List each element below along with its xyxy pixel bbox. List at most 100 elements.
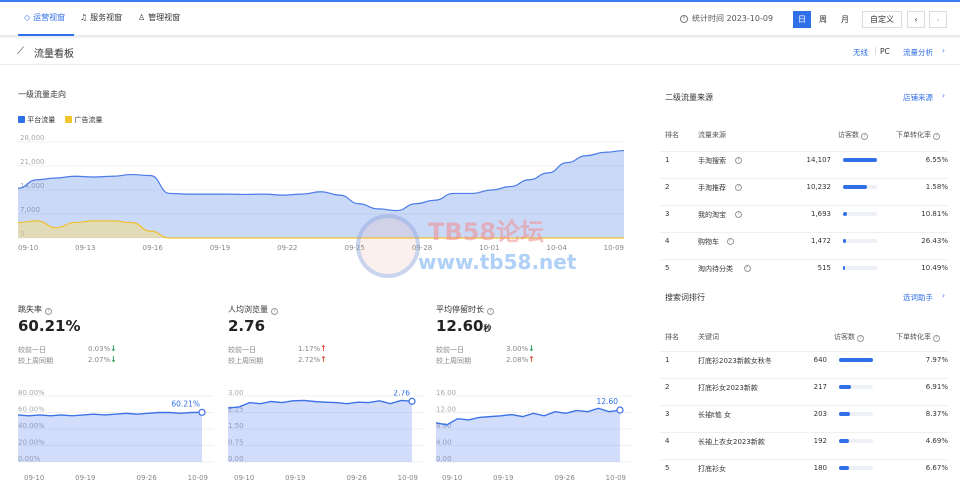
row-rank: 3 bbox=[665, 410, 670, 418]
legend-item: 平台流量 bbox=[18, 115, 55, 125]
arrow-up-icon: ↑ bbox=[528, 355, 535, 364]
chevron-right-icon: › bbox=[942, 46, 945, 55]
chevron-left-icon: ‹ bbox=[914, 15, 918, 24]
medal-icon: ♙ bbox=[138, 13, 146, 22]
end-point bbox=[408, 397, 416, 405]
row-rank: 2 bbox=[665, 383, 670, 391]
legend-label: 平台流量 bbox=[27, 116, 56, 124]
y-tick-label: 21,000 bbox=[20, 158, 45, 166]
device-pc-link[interactable]: PC bbox=[880, 47, 890, 56]
end-point bbox=[616, 406, 624, 414]
row-visitors: 217 bbox=[813, 383, 827, 391]
row-divider bbox=[660, 378, 948, 379]
keywords-title: 搜索词排行 bbox=[665, 293, 705, 302]
chevron-right-icon: › bbox=[936, 15, 940, 24]
share-bar-fill bbox=[839, 466, 849, 470]
row-rank: 4 bbox=[665, 237, 670, 245]
level2-title: 二级流量来源 bbox=[665, 93, 713, 102]
share-bar-track bbox=[843, 266, 877, 270]
legend-swatch bbox=[65, 116, 73, 123]
level1-title: 一级流量走向 bbox=[18, 90, 66, 99]
row-name[interactable]: 打底衫2023新款女秋冬 bbox=[698, 356, 772, 366]
row-name[interactable]: 长袖上衣女2023新款 bbox=[698, 437, 765, 447]
arrow-down-icon: ↓ bbox=[528, 344, 535, 353]
share-bar-fill bbox=[839, 412, 850, 416]
traffic-analysis-link[interactable]: 流量分析 bbox=[903, 47, 933, 58]
tab-management[interactable]: ♙ 管理视窗 bbox=[138, 12, 180, 23]
chevron-right-icon: › bbox=[942, 91, 945, 100]
row-divider bbox=[660, 351, 948, 352]
row-divider bbox=[660, 405, 948, 406]
metric-title: 人均浏览量? bbox=[228, 304, 278, 315]
share-bar-fill bbox=[843, 158, 877, 162]
store-source-link[interactable]: 店铺来源 bbox=[903, 92, 933, 103]
row-name[interactable]: 打底衫女 bbox=[698, 464, 726, 474]
row-conversion: 10.49% bbox=[921, 264, 948, 272]
row-rank: 1 bbox=[665, 156, 670, 164]
x-tick-label: 09-10 bbox=[234, 474, 254, 482]
row-visitors: 192 bbox=[813, 437, 827, 445]
x-tick-label: 09-26 bbox=[554, 474, 575, 482]
row-name[interactable]: 购物车 bbox=[698, 237, 719, 247]
period-month-button[interactable]: 月 bbox=[836, 11, 854, 28]
row-name[interactable]: 手淘搜索 bbox=[698, 156, 726, 166]
row-conversion: 1.58% bbox=[925, 183, 948, 191]
watermark-url: www.tb58.net bbox=[418, 250, 577, 274]
row-conversion: 6.55% bbox=[925, 156, 948, 164]
help-icon: ? bbox=[735, 211, 742, 218]
y-tick-label: 80.00% bbox=[18, 390, 45, 397]
custom-period-button[interactable]: 自定义 bbox=[862, 11, 902, 28]
col-header-visitors: 访客数 ? bbox=[838, 130, 869, 140]
row-divider bbox=[660, 259, 948, 260]
end-value-label: 60.21% bbox=[171, 399, 200, 408]
row-name[interactable]: 长袖t恤 女 bbox=[698, 410, 731, 420]
row-conversion: 6.91% bbox=[925, 383, 948, 391]
help-icon: ? bbox=[487, 308, 494, 315]
period-day-button[interactable]: 日 bbox=[793, 11, 811, 28]
help-icon: ? bbox=[861, 133, 869, 140]
metric-title: 跳失率? bbox=[18, 304, 52, 315]
col-header-label: 下单转化率 bbox=[896, 333, 931, 341]
row-visitors: 10,232 bbox=[806, 183, 832, 191]
row-divider bbox=[660, 232, 948, 233]
row-visitors: 515 bbox=[817, 264, 831, 272]
metric-title-label: 平均停留时长 bbox=[436, 305, 484, 314]
row-conversion: 10.81% bbox=[921, 210, 948, 218]
metric-value-number: 60.21% bbox=[18, 317, 81, 335]
help-icon: ? bbox=[45, 308, 52, 315]
row-name[interactable]: 手淘推荐 bbox=[698, 183, 726, 193]
row-divider bbox=[660, 178, 948, 179]
share-bar-track bbox=[843, 239, 877, 243]
row-name[interactable]: 打底衫女2023新款 bbox=[698, 383, 758, 393]
series-area bbox=[436, 408, 620, 462]
share-bar-fill bbox=[843, 266, 845, 270]
row-name[interactable]: 淘内待分类 bbox=[698, 264, 733, 274]
help-icon: ? bbox=[933, 335, 941, 342]
metric-title-label: 跳失率 bbox=[18, 305, 42, 314]
metric-title: 平均停留时长? bbox=[436, 304, 494, 315]
row-visitors: 180 bbox=[813, 464, 827, 472]
share-bar-fill bbox=[839, 358, 873, 362]
stat-time-label: 统计时间 2023-10-09 bbox=[692, 14, 774, 23]
row-conversion: 6.67% bbox=[925, 464, 948, 472]
help-icon: ? bbox=[735, 184, 742, 191]
tab-service[interactable]: ♫ 服务视窗 bbox=[80, 12, 122, 23]
keyword-helper-link[interactable]: 选词助手 bbox=[903, 292, 933, 303]
col-header-label: 访客数 bbox=[834, 333, 855, 341]
row-conversion: 8.37% bbox=[925, 410, 948, 418]
row-visitors: 203 bbox=[813, 410, 827, 418]
x-tick-label: 09-19 bbox=[493, 474, 513, 482]
compare-label: 较前一日 bbox=[18, 346, 46, 354]
info-icon: ! bbox=[680, 14, 688, 23]
x-tick-label: 09-10 bbox=[24, 474, 44, 482]
row-visitors: 640 bbox=[813, 356, 827, 364]
help-icon: ? bbox=[726, 238, 734, 245]
next-date-button[interactable]: › bbox=[929, 11, 947, 28]
prev-date-button[interactable]: ‹ bbox=[907, 11, 925, 28]
metric-line-chart: 16.0012.008.004.000.0012.6009-1009-1909-… bbox=[435, 390, 632, 482]
device-wireless-link[interactable]: 无线 bbox=[853, 47, 868, 58]
tab-operations[interactable]: ◇ 运营视窗 bbox=[24, 12, 65, 23]
row-name[interactable]: 我的淘宝 bbox=[698, 210, 726, 220]
compare-label: 较上周同期 bbox=[228, 357, 263, 365]
period-week-button[interactable]: 周 bbox=[814, 11, 832, 28]
